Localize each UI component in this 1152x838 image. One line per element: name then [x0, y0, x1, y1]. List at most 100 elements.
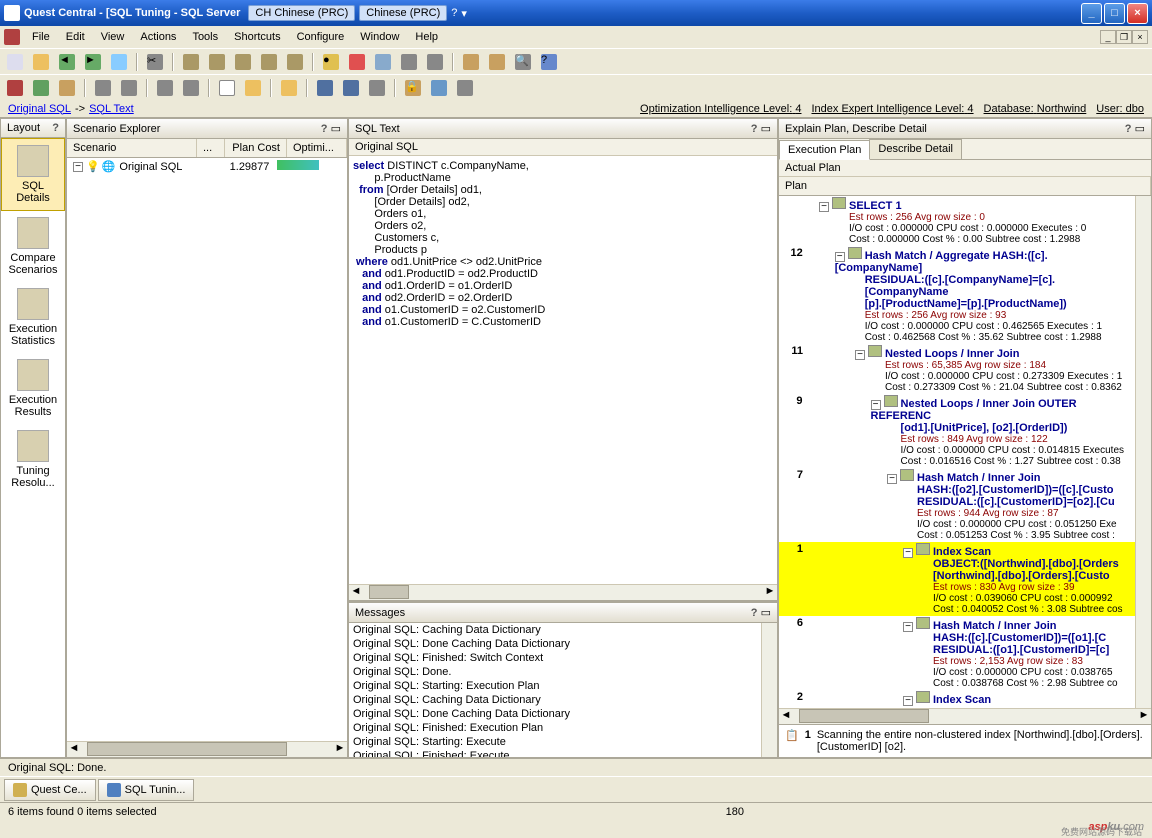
tb-cut-icon[interactable]: ✂ [144, 51, 166, 73]
list-item[interactable]: Original SQL: Finished: Execute [349, 749, 761, 757]
task-sql-tuning[interactable]: SQL Tunin... [98, 779, 195, 801]
plan-vscroll[interactable] [1135, 196, 1151, 708]
menu-tools[interactable]: Tools [184, 29, 226, 45]
tb-find-icon[interactable]: 🔍 [512, 51, 534, 73]
menu-edit[interactable]: Edit [58, 29, 93, 45]
tb2-print[interactable] [366, 77, 388, 99]
msg-help-icon[interactable]: ? [751, 607, 758, 619]
tb-help-icon[interactable]: ? [538, 51, 560, 73]
tb-grid2-icon[interactable] [486, 51, 508, 73]
plan-col-hdr[interactable]: Plan [779, 177, 1151, 195]
sidebar-item-exec-results[interactable]: Execution Results [1, 353, 65, 424]
menu-actions[interactable]: Actions [132, 29, 184, 45]
tb2-a[interactable] [4, 77, 26, 99]
tb-open-icon[interactable] [30, 51, 52, 73]
tb2-c[interactable] [56, 77, 78, 99]
tb-db4-icon[interactable] [258, 51, 280, 73]
bc-opt-level[interactable]: Optimization Intelligence Level: 4 [640, 103, 801, 115]
tab-execution-plan[interactable]: Execution Plan [779, 140, 870, 160]
maximize-button[interactable]: □ [1104, 3, 1125, 24]
tb-db3-icon[interactable] [232, 51, 254, 73]
tb2-save[interactable] [314, 77, 336, 99]
tb-back-icon[interactable]: ◄ [56, 51, 78, 73]
scenario-menu-icon[interactable]: ▭ [331, 123, 341, 135]
plan-tree[interactable]: −SELECT 1Est rows : 256 Avg row size : 0… [779, 196, 1135, 708]
help-icon[interactable]: ? [451, 7, 457, 19]
tb2-saveall[interactable] [340, 77, 362, 99]
bc-idx-level[interactable]: Index Expert Intelligence Level: 4 [811, 103, 973, 115]
tb-run-icon[interactable]: ● [320, 51, 342, 73]
sidebar-item-compare[interactable]: Compare Scenarios [1, 211, 65, 282]
list-item[interactable]: Original SQL: Starting: Execution Plan [349, 679, 761, 693]
bc-user[interactable]: User: dbo [1096, 103, 1144, 115]
dropdown-icon[interactable]: ▾ [461, 7, 467, 20]
collapse-icon[interactable]: − [73, 162, 83, 172]
tb-new-icon[interactable] [4, 51, 26, 73]
close-button[interactable]: × [1127, 3, 1148, 24]
menu-configure[interactable]: Configure [289, 29, 353, 45]
tb-forward-icon[interactable]: ► [82, 51, 104, 73]
tb2-g[interactable] [180, 77, 202, 99]
tb2-b[interactable] [30, 77, 52, 99]
mdi-restore[interactable]: ❐ [1116, 30, 1132, 44]
minimize-button[interactable]: _ [1081, 3, 1102, 24]
tb2-grid-icon[interactable] [428, 77, 450, 99]
tb-stop-icon[interactable] [346, 51, 368, 73]
lang-1[interactable]: CH Chinese (PRC) [248, 5, 355, 21]
tb-more2-icon[interactable] [424, 51, 446, 73]
list-item[interactable]: Original SQL: Finished: Switch Context [349, 651, 761, 665]
tb2-folder[interactable] [278, 77, 300, 99]
list-item[interactable]: Original SQL: Caching Data Dictionary [349, 693, 761, 707]
tab-describe-detail[interactable]: Describe Detail [869, 139, 962, 159]
scenario-hscroll[interactable]: ◄► [67, 741, 347, 757]
tb2-open[interactable] [242, 77, 264, 99]
table-row[interactable]: − 💡 🌐 Original SQL 1.29877 [67, 158, 347, 175]
menu-help[interactable]: Help [407, 29, 446, 45]
task-quest-central[interactable]: Quest Ce... [4, 779, 96, 801]
messages-vscroll[interactable] [761, 623, 777, 757]
menu-file[interactable]: File [24, 29, 58, 45]
list-item[interactable]: Original SQL: Done Caching Data Dictiona… [349, 637, 761, 651]
tb2-new[interactable] [216, 77, 238, 99]
breadcrumb-root[interactable]: Original SQL [8, 103, 71, 115]
tb2-f[interactable] [154, 77, 176, 99]
tb2-lock-icon[interactable]: 🔒 [402, 77, 424, 99]
tb-plan-icon[interactable] [372, 51, 394, 73]
sql-help-icon[interactable]: ? [751, 123, 758, 135]
menu-shortcuts[interactable]: Shortcuts [226, 29, 288, 45]
tb2-opt-icon[interactable] [454, 77, 476, 99]
tb-grid1-icon[interactable] [460, 51, 482, 73]
sql-menu-icon[interactable]: ▭ [761, 123, 771, 135]
tb2-d[interactable] [92, 77, 114, 99]
msg-menu-icon[interactable]: ▭ [761, 607, 771, 619]
breadcrumb-leaf[interactable]: SQL Text [89, 103, 134, 115]
sql-hscroll[interactable]: ◄► [349, 584, 777, 600]
tb-db2-icon[interactable] [206, 51, 228, 73]
scenario-help-icon[interactable]: ? [321, 123, 328, 135]
sidebar-item-exec-stats[interactable]: Execution Statistics [1, 282, 65, 353]
messages-list[interactable]: Original SQL: Caching Data DictionaryOri… [349, 623, 761, 757]
mdi-close[interactable]: × [1132, 30, 1148, 44]
menu-view[interactable]: View [93, 29, 133, 45]
plan-hscroll[interactable]: ◄► [779, 708, 1151, 724]
tb2-e[interactable] [118, 77, 140, 99]
list-item[interactable]: Original SQL: Caching Data Dictionary [349, 623, 761, 637]
list-item[interactable]: Original SQL: Starting: Execute [349, 735, 761, 749]
tb-refresh-icon[interactable] [108, 51, 130, 73]
list-item[interactable]: Original SQL: Finished: Execution Plan [349, 721, 761, 735]
tb-db5-icon[interactable] [284, 51, 306, 73]
sidebar-item-tuning[interactable]: Tuning Resolu... [1, 424, 65, 495]
lang-2[interactable]: Chinese (PRC) [359, 5, 447, 21]
tb-more1-icon[interactable] [398, 51, 420, 73]
bc-db[interactable]: Database: Northwind [984, 103, 1087, 115]
tb-db1-icon[interactable] [180, 51, 202, 73]
layout-help-icon[interactable]: ? [52, 122, 59, 134]
sidebar-item-sql-details[interactable]: SQL Details [1, 138, 65, 211]
list-item[interactable]: Original SQL: Done Caching Data Dictiona… [349, 707, 761, 721]
plan-help-icon[interactable]: ? [1125, 123, 1132, 135]
list-item[interactable]: Original SQL: Done. [349, 665, 761, 679]
sql-editor[interactable]: select DISTINCT c.CompanyName, p.Product… [349, 156, 777, 584]
plan-menu-icon[interactable]: ▭ [1135, 123, 1145, 135]
mdi-minimize[interactable]: _ [1100, 30, 1116, 44]
menu-window[interactable]: Window [352, 29, 407, 45]
